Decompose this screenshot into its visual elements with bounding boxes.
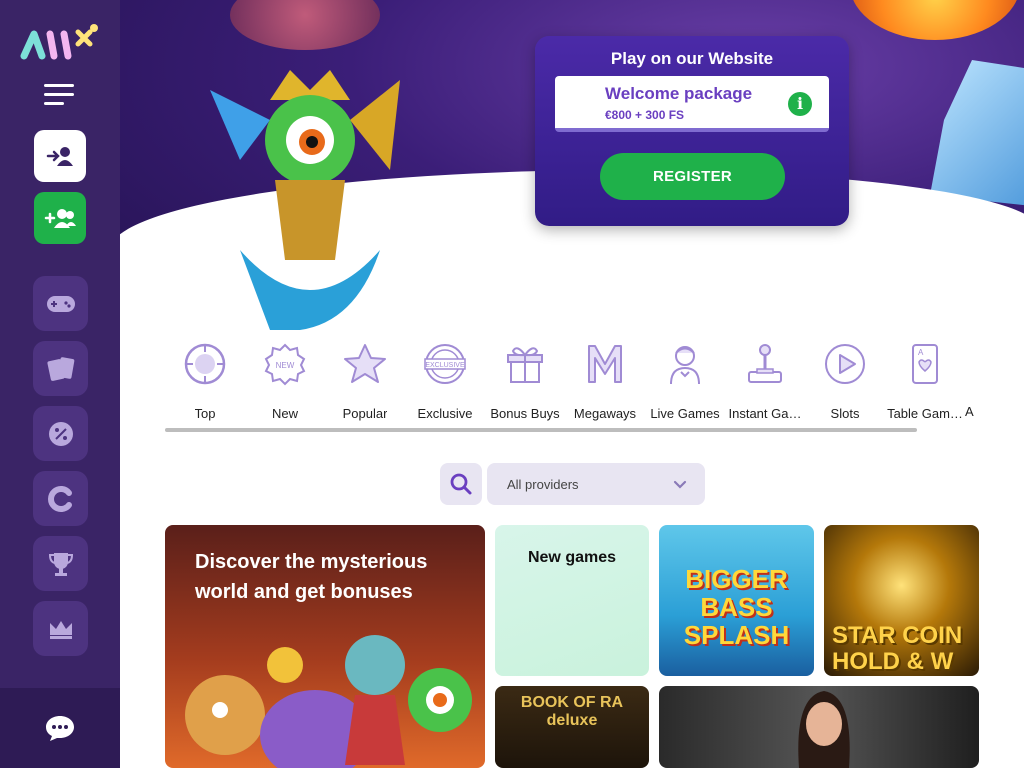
sidebar-item-games[interactable] xyxy=(33,276,88,331)
hero-ice-rock xyxy=(930,60,1024,210)
welcome-package-title: Welcome package xyxy=(605,84,753,103)
search-button[interactable] xyxy=(440,463,482,505)
sidebar xyxy=(0,0,120,768)
category-label: Instant Ga… xyxy=(728,406,802,421)
welcome-package-amount: €800 + 300 FS xyxy=(605,108,685,122)
hero-planet-large xyxy=(850,0,1020,40)
welcome-package-box[interactable]: Welcome package €800 + 300 FS i xyxy=(555,76,829,132)
svg-text:NEW: NEW xyxy=(276,361,295,370)
svg-text:EXCLUSIVE: EXCLUSIVE xyxy=(425,362,465,369)
game-title: STAR COIN HOLD & W xyxy=(832,622,963,675)
category-bar: Top NEW New Popular EXCLUSIVE Exclusive … xyxy=(165,342,975,422)
sidebar-item-tournaments[interactable] xyxy=(33,536,88,591)
site-logo[interactable] xyxy=(20,22,100,62)
megaways-icon xyxy=(588,345,622,383)
category-label: Exclusive xyxy=(417,406,473,421)
play-icon xyxy=(825,344,865,384)
gamepad-icon xyxy=(46,295,75,312)
live-dealer-tile[interactable] xyxy=(659,686,979,768)
category-label: Bonus Buys xyxy=(490,406,560,421)
promo-characters-image xyxy=(185,635,472,768)
dealer-image xyxy=(798,691,850,768)
category-popular[interactable]: Popular xyxy=(325,342,405,422)
welcome-card: Play on our Website Welcome package €800… xyxy=(535,36,849,226)
star-icon xyxy=(344,344,386,383)
category-slots[interactable]: Slots xyxy=(805,342,885,422)
game-tile-star-coin[interactable]: STAR COIN HOLD & W xyxy=(824,525,979,676)
category-label: Popular xyxy=(342,406,388,421)
category-label: Megaways xyxy=(573,406,637,421)
game-title: BIGGER BASS SPLASH xyxy=(683,564,790,650)
trophy-icon xyxy=(48,552,73,576)
category-bonus-buys[interactable]: Bonus Buys xyxy=(485,342,565,422)
category-megaways[interactable]: Megaways xyxy=(565,342,645,422)
category-top[interactable]: Top xyxy=(165,342,245,422)
category-overflow-label[interactable]: A xyxy=(965,342,975,422)
sidebar-item-cards[interactable] xyxy=(33,341,88,396)
chevron-down-icon xyxy=(673,480,687,489)
sidebar-item-bonuses[interactable] xyxy=(33,406,88,461)
support-chat-button[interactable] xyxy=(0,688,120,768)
category-live-games[interactable]: Live Games xyxy=(645,342,725,422)
add-users-icon xyxy=(44,209,76,228)
login-button[interactable] xyxy=(34,130,86,182)
coin-logo-icon xyxy=(47,485,72,512)
category-scrollbar[interactable] xyxy=(165,428,917,432)
sidebar-item-coins[interactable] xyxy=(33,471,88,526)
promo-tile[interactable]: Discover the mysterious world and get bo… xyxy=(165,525,485,768)
card-icon: A xyxy=(912,344,938,384)
category-instant-games[interactable]: Instant Ga… xyxy=(725,342,805,422)
hero-planet-small xyxy=(230,0,380,50)
category-label: Slots xyxy=(830,406,860,421)
game-tile-book-of-ra[interactable]: BOOK OF RA deluxe xyxy=(495,686,649,768)
sidebar-item-vip[interactable] xyxy=(33,601,88,656)
game-tile-bigger-bass-splash[interactable]: BIGGER BASS SPLASH xyxy=(659,525,814,676)
new-badge-icon: NEW xyxy=(264,343,306,386)
category-exclusive[interactable]: EXCLUSIVE Exclusive xyxy=(405,342,485,422)
category-label: Top xyxy=(194,406,216,421)
mascot-character-image xyxy=(210,70,400,330)
info-icon[interactable]: i xyxy=(788,92,812,116)
game-title: BOOK OF RA deluxe xyxy=(520,694,624,729)
menu-hamburger-button[interactable] xyxy=(44,84,76,108)
hero-banner: Play on our Website Welcome package €800… xyxy=(120,0,1024,330)
welcome-card-title: Play on our Website xyxy=(610,49,774,68)
category-label: Table Gam… xyxy=(887,406,963,421)
search-icon xyxy=(450,473,472,495)
category-new[interactable]: NEW New xyxy=(245,342,325,422)
category-label: Live Games xyxy=(650,406,720,421)
joystick-icon xyxy=(748,344,782,383)
crown-icon xyxy=(49,620,72,639)
playing-cards-icon xyxy=(46,356,74,381)
provider-select-value: All providers xyxy=(507,477,579,492)
top-icon xyxy=(184,343,226,385)
provider-select[interactable]: All providers xyxy=(487,463,705,505)
gift-icon xyxy=(507,347,543,383)
category-label: New xyxy=(271,406,298,421)
promo-text: Discover the mysterious world and get bo… xyxy=(195,551,428,603)
new-games-tile[interactable]: New games xyxy=(495,525,649,676)
svg-text:A: A xyxy=(918,348,924,357)
chat-bubble-icon xyxy=(46,716,74,741)
dealer-icon xyxy=(670,346,700,385)
exclusive-badge-icon: EXCLUSIVE xyxy=(424,344,466,384)
category-table-games[interactable]: A Table Gam… xyxy=(885,342,965,422)
register-button[interactable]: REGISTER xyxy=(600,153,785,200)
login-icon xyxy=(46,147,73,166)
percent-badge-icon xyxy=(48,421,73,446)
new-games-label: New games xyxy=(527,549,617,566)
register-sidebar-button[interactable] xyxy=(34,192,86,244)
